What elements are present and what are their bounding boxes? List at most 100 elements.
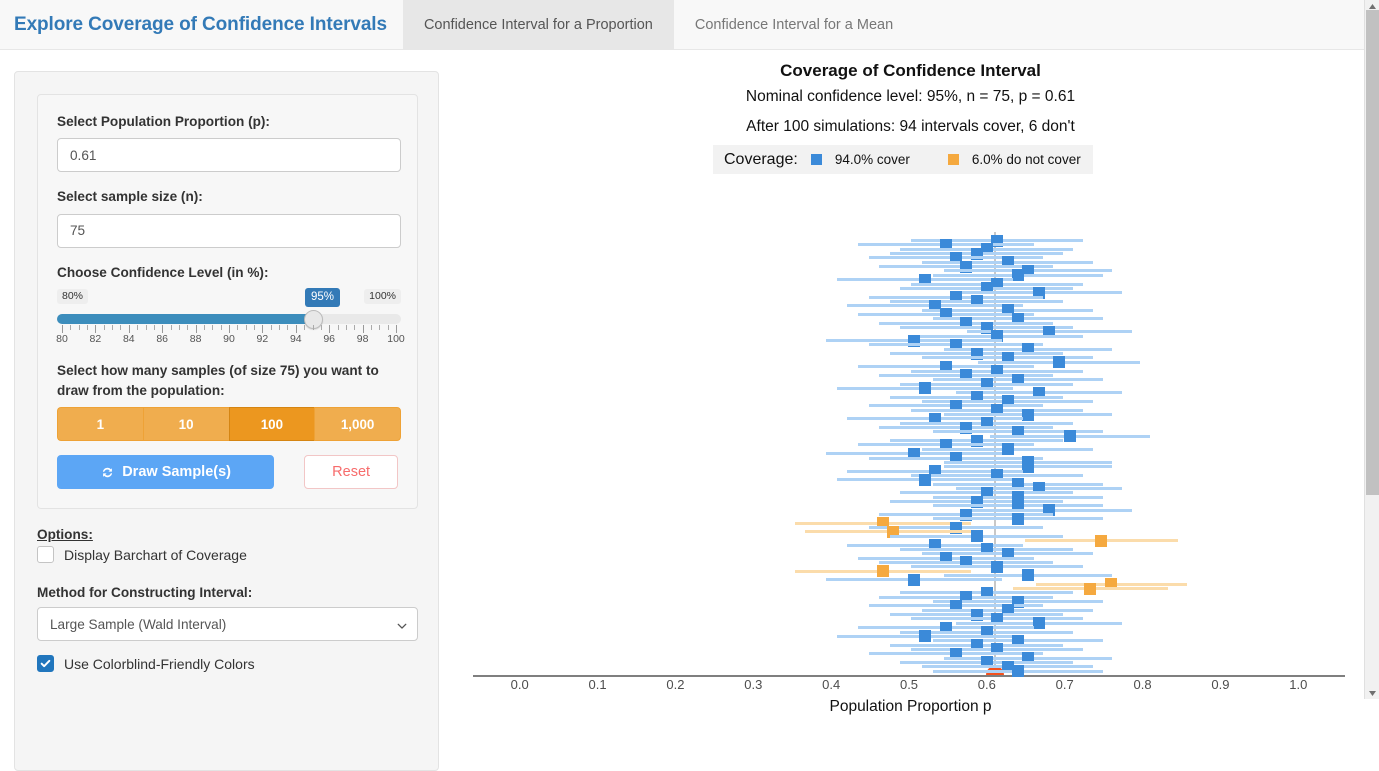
sample-estimate-marker: [1033, 617, 1046, 630]
slider-tick-86: 86: [156, 332, 169, 345]
slider-fill: [57, 313, 315, 324]
method-select-label: Method for Constructing Interval:: [37, 585, 253, 600]
sample-estimate-marker: [1053, 356, 1066, 369]
plot-subtitle-simulations: After 100 simulations: 94 intervals cove…: [746, 118, 1075, 135]
sample-size-label: Select sample size (n):: [57, 189, 203, 205]
x-tick-0.6: 0.6: [977, 677, 996, 692]
population-proportion-label: Select Population Proportion (p):: [57, 114, 270, 129]
x-tick-0.3: 0.3: [744, 677, 763, 692]
legend-swatch-miss: [947, 154, 959, 165]
navbar: Explore Coverage of Confidence Intervals…: [0, 0, 1366, 50]
sample-estimate-marker: [1095, 534, 1108, 547]
plot-subtitle-nominal: Nominal confidence level: 95%, n = 75, p…: [745, 88, 1076, 105]
slider-tick-labels: 80 82 84 86 88 90 92 94 96 98 100: [56, 332, 405, 347]
slider-tick-90: 90: [223, 332, 235, 345]
legend-item-cover: 94.0% cover: [810, 152, 910, 167]
x-tick-0.8: 0.8: [1133, 677, 1152, 692]
x-tick-1.0: 1.0: [1289, 677, 1308, 692]
sample-estimate-marker: [908, 573, 921, 586]
plot-legend: Coverage: 94.0% cover 6.0% do not cover: [713, 145, 1093, 174]
app-title: Explore Coverage of Confidence Intervals: [0, 0, 403, 49]
barchart-checkbox[interactable]: [37, 546, 54, 563]
slider-tick-82: 82: [89, 332, 102, 345]
sample-estimate-marker: [1084, 582, 1097, 595]
tab-confidence-interval-mean[interactable]: Confidence Interval for a Mean: [674, 0, 914, 49]
legend-title: Coverage:: [724, 150, 798, 168]
controls-well: Select Population Proportion (p): 0.61 S…: [37, 94, 418, 509]
chevron-down-icon: [397, 619, 407, 629]
draw-samples-button[interactable]: Draw Sample(s): [57, 455, 275, 490]
sample-estimate-marker: [918, 630, 931, 643]
plot-canvas: 0.0 0.1 0.2 0.3 0.4 0.5 0.6 0.7 0.8 0.9 1.0 Popula…: [455, 180, 1366, 715]
x-axis-tick-labels: 0.0 0.1 0.2 0.3 0.4 0.5 0.6 0.7 0.8 0.9 1.0: [455, 677, 1366, 697]
colorblind-checkbox[interactable]: [37, 655, 54, 672]
sample-estimate-marker: [918, 382, 931, 395]
sample-count-button-group[interactable]: 1 10 100 1,000: [57, 407, 401, 442]
slider-tick-96: 96: [323, 332, 336, 345]
legend-label-cover: 94.0% cover: [834, 152, 910, 167]
x-tick-0.5: 0.5: [899, 677, 919, 692]
slider-tick-94: 94: [289, 332, 302, 345]
coverage-plot: Coverage of Confidence Interval Nominal …: [455, 50, 1366, 715]
legend-item-miss: 6.0% do not cover: [947, 152, 1081, 167]
sample-estimate-marker: [1012, 512, 1024, 525]
method-select-value: Large Sample (Wald Interval): [50, 616, 227, 632]
sample-estimate-marker: [1064, 430, 1077, 443]
x-tick-0.1: 0.1: [588, 677, 607, 692]
sample-count-option-10[interactable]: 10: [142, 407, 229, 442]
action-buttons: Draw Sample(s) Reset: [57, 455, 398, 490]
vertical-scrollbar-thumb[interactable]: [1366, 10, 1379, 495]
x-tick-0.4: 0.4: [822, 677, 841, 692]
sample-estimate-marker: [918, 473, 931, 486]
sample-estimate-marker: [1012, 665, 1024, 678]
page-body: Select Population Proportion (p): 0.61 S…: [0, 50, 1366, 771]
colorblind-checkbox-label: Use Colorblind-Friendly Colors: [64, 655, 255, 672]
sample-count-option-1[interactable]: 1: [57, 407, 143, 442]
sample-estimate-marker: [877, 565, 890, 578]
options-section: Options: Display Barchart of Coverage Me…: [37, 527, 418, 676]
sample-size-input[interactable]: 75: [57, 213, 401, 248]
method-select[interactable]: Large Sample (Wald Interval): [37, 607, 418, 641]
refresh-icon: [100, 465, 115, 480]
sample-count-option-100[interactable]: 100: [228, 407, 315, 442]
sample-count-option-1000[interactable]: 1,000: [314, 407, 401, 442]
options-heading: Options:: [37, 527, 93, 542]
x-axis-title: Population Proportion p: [829, 698, 992, 715]
vertical-scrollbar[interactable]: [1364, 0, 1379, 699]
sidebar-panel: Select Population Proportion (p): 0.61 S…: [14, 71, 439, 771]
slider-tick-100: 100: [387, 332, 405, 345]
colorblind-checkbox-row[interactable]: Use Colorblind-Friendly Colors: [37, 655, 418, 672]
x-tick-0.2: 0.2: [666, 677, 685, 692]
legend-label-miss: 6.0% do not cover: [971, 152, 1081, 167]
slider-ticks: [57, 324, 401, 333]
x-tick-0.7: 0.7: [1055, 677, 1074, 692]
sample-estimate-marker: [1022, 408, 1035, 421]
reset-button[interactable]: Reset: [304, 455, 398, 490]
barchart-checkbox-label: Display Barchart of Coverage: [64, 546, 247, 563]
x-tick-0.9: 0.9: [1211, 677, 1230, 692]
slider-track[interactable]: [57, 313, 401, 324]
scroll-down-arrow-icon[interactable]: [1365, 687, 1379, 699]
x-tick-0.0: 0.0: [510, 677, 529, 692]
samples-count-label: Select how many samples (of size 75) you…: [57, 362, 379, 398]
confidence-level-slider[interactable]: 80% 100% 95% 80 82 84 86 88 90 92 94 96 98 100: [56, 287, 405, 347]
slider-tick-88: 88: [189, 332, 202, 345]
legend-swatch-cover: [810, 154, 822, 165]
sample-estimate-marker: [1001, 443, 1014, 456]
confidence-level-label: Choose Confidence Level (in %):: [57, 264, 269, 280]
draw-samples-label: Draw Sample(s): [122, 464, 231, 481]
sample-estimate-marker: [1012, 269, 1024, 282]
plot-title: Coverage of Confidence Interval: [780, 61, 1041, 80]
sample-estimate-marker: [990, 560, 1003, 573]
slider-tick-92: 92: [256, 332, 269, 345]
sample-estimate-marker: [970, 530, 983, 543]
slider-tick-80: 80: [56, 332, 68, 345]
population-proportion-input[interactable]: 0.61: [57, 138, 401, 173]
slider-tick-84: 84: [122, 332, 135, 345]
tab-confidence-interval-proportion[interactable]: Confidence Interval for a Proportion: [402, 0, 674, 49]
barchart-checkbox-row[interactable]: Display Barchart of Coverage: [37, 546, 418, 563]
sample-estimate-marker: [1022, 569, 1035, 582]
slider-tick-98: 98: [356, 332, 369, 345]
sample-estimate-marker: [1022, 460, 1035, 473]
slider-min-label: 80%: [57, 288, 89, 305]
